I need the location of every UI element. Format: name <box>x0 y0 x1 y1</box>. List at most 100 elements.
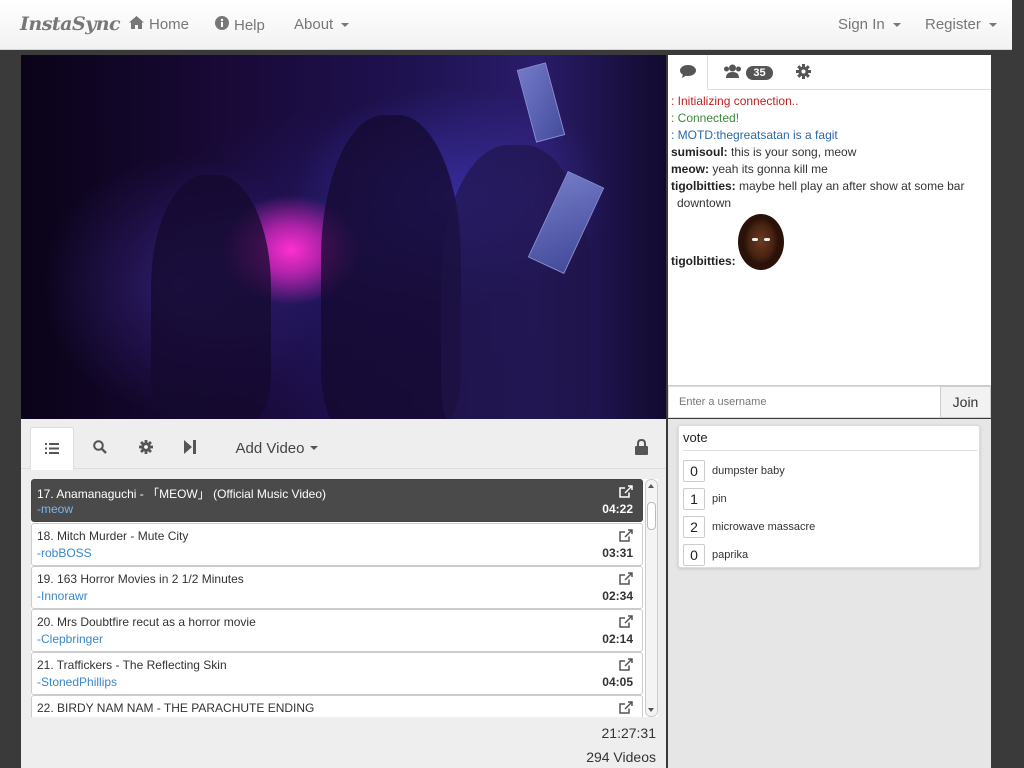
chat-username[interactable]: tigolbitties: <box>671 253 736 270</box>
video-added-by[interactable]: -robBOSS <box>37 546 92 560</box>
scroll-down-icon[interactable] <box>648 708 654 712</box>
chat-message: tigolbitties: maybe hell play an after s… <box>671 178 989 212</box>
chat-username[interactable]: tigolbitties: <box>671 179 736 193</box>
playlist-total-time: 21:27:31 <box>601 725 657 741</box>
gear-icon <box>139 439 153 457</box>
comment-icon <box>679 64 696 81</box>
chat-tab-bar: 35 <box>668 55 991 90</box>
poll-option-label: dumpster baby <box>712 465 785 477</box>
external-link-icon[interactable] <box>619 658 633 674</box>
poll-panel: vote 0 dumpster baby 1 pin 2 microwave m… <box>668 419 991 768</box>
navbar: InstaSync Home Help About Sign In Regist… <box>0 0 1012 50</box>
video-added-by[interactable]: -Innorawr <box>37 589 88 603</box>
tab-chat-settings[interactable] <box>786 55 820 90</box>
chat-username[interactable]: sumisoul: <box>671 145 728 159</box>
nav-about-dropdown[interactable]: About <box>294 16 350 33</box>
nav-home-label: Home <box>149 16 190 33</box>
video-title: 17. Anamanaguchi - 「MEOW」 (Official Musi… <box>37 487 326 501</box>
poll-option[interactable]: 2 microwave massacre <box>683 516 815 538</box>
user-count-badge: 35 <box>746 65 773 80</box>
chat-message: tigolbitties: <box>671 214 989 270</box>
nav-help-label: Help <box>234 16 265 34</box>
home-icon <box>129 16 144 33</box>
tab-playlist-settings[interactable] <box>129 427 163 469</box>
video-duration: 02:14 <box>602 632 633 646</box>
info-circle-icon <box>215 16 229 34</box>
playlist-list[interactable]: 17. Anamanaguchi - 「MEOW」 (Official Musi… <box>31 479 658 717</box>
poll-option[interactable]: 1 pin <box>683 488 727 510</box>
chat-message-system: : Connected! <box>671 111 740 125</box>
playlist-scrollbar[interactable] <box>645 479 658 717</box>
video-title: 21. Traffickers - The Reflecting Skin <box>37 658 227 672</box>
users-icon <box>723 64 742 81</box>
external-link-icon[interactable] <box>619 615 633 631</box>
poll-title: vote <box>683 430 977 451</box>
lock-button[interactable] <box>626 427 656 469</box>
lock-icon <box>634 438 648 458</box>
playlist-item[interactable]: 18. Mitch Murder - Mute City -robBOSS 03… <box>31 523 643 566</box>
video-duration: 04:05 <box>602 675 633 689</box>
video-player[interactable] <box>21 55 666 419</box>
nav-help-link[interactable]: Help <box>215 16 265 34</box>
chat-message-system: : MOTD:thegreatsatan is a fagit <box>671 128 838 142</box>
nav-signin-dropdown[interactable]: Sign In <box>838 16 901 33</box>
poll-option-label: paprika <box>712 549 749 561</box>
gear-icon <box>795 63 811 82</box>
scrollbar-thumb[interactable] <box>647 502 656 530</box>
poll-option[interactable]: 0 dumpster baby <box>683 460 785 482</box>
poll-option[interactable]: 0 paprika <box>683 544 748 566</box>
video-scene-figure <box>151 175 271 419</box>
tab-search[interactable] <box>83 427 117 469</box>
vote-count-button[interactable]: 0 <box>683 460 705 482</box>
chat-text: yeah its gonna kill me <box>709 162 828 176</box>
add-video-dropdown[interactable]: Add Video <box>227 427 327 469</box>
playlist-item[interactable]: 20. Mrs Doubtfire recut as a horror movi… <box>31 609 643 652</box>
join-bar: Join <box>668 385 991 418</box>
scroll-up-icon[interactable] <box>648 484 654 488</box>
join-button[interactable]: Join <box>941 386 991 418</box>
caret-down-icon <box>892 22 901 27</box>
chat-message: sumisoul: this is your song, meow <box>671 144 989 161</box>
nav-home-link[interactable]: Home <box>129 16 189 33</box>
external-link-icon[interactable] <box>619 529 633 545</box>
video-title: 19. 163 Horror Movies in 2 1/2 Minutes <box>37 572 244 586</box>
playlist-toolbar: Add Video <box>21 419 666 470</box>
chat-text: this is your song, meow <box>727 145 857 159</box>
vote-count-button[interactable]: 2 <box>683 516 705 538</box>
face-emote-icon <box>737 214 784 270</box>
chat-panel: 35 : Initializing connection.. : Connect… <box>668 55 991 385</box>
video-scene-figure <box>321 115 461 419</box>
chat-message: meow: yeah its gonna kill me <box>671 161 989 178</box>
skip-icon <box>184 439 196 457</box>
caret-down-icon <box>988 22 997 27</box>
vote-count-button[interactable]: 0 <box>683 544 705 566</box>
playlist-item[interactable]: 17. Anamanaguchi - 「MEOW」 (Official Musi… <box>31 479 643 522</box>
chat-username[interactable]: meow: <box>671 162 709 176</box>
search-icon <box>93 439 107 457</box>
username-input[interactable] <box>668 386 941 418</box>
external-link-icon[interactable] <box>619 572 633 588</box>
nav-register-label: Register <box>925 16 981 33</box>
tab-chat[interactable] <box>668 55 708 90</box>
video-added-by[interactable]: -Clepbringer <box>37 632 103 646</box>
brand-logo[interactable]: InstaSync <box>20 13 121 35</box>
video-added-by[interactable]: -StonedPhillips <box>37 675 117 689</box>
tab-users[interactable]: 35 <box>720 55 776 90</box>
playlist-item[interactable]: 22. BIRDY NAM NAM - THE PARACHUTE ENDING <box>31 695 643 717</box>
list-icon <box>45 442 59 457</box>
video-scene-banknote <box>516 62 566 143</box>
external-link-icon[interactable] <box>619 701 633 717</box>
tab-skip[interactable] <box>173 427 207 469</box>
video-added-by[interactable]: -meow <box>37 502 73 516</box>
poll-option-label: pin <box>712 493 727 505</box>
vote-count-button[interactable]: 1 <box>683 488 705 510</box>
chat-messages: : Initializing connection.. : Connected!… <box>671 93 989 270</box>
tab-playlist[interactable] <box>30 427 74 470</box>
playlist-item[interactable]: 19. 163 Horror Movies in 2 1/2 Minutes -… <box>31 566 643 609</box>
video-duration: 04:22 <box>602 502 633 516</box>
external-link-icon[interactable] <box>619 485 633 501</box>
playlist-item[interactable]: 21. Traffickers - The Reflecting Skin -S… <box>31 652 643 695</box>
nav-about-label: About <box>294 16 334 33</box>
nav-register-dropdown[interactable]: Register <box>925 16 997 33</box>
add-video-label: Add Video <box>235 439 305 457</box>
